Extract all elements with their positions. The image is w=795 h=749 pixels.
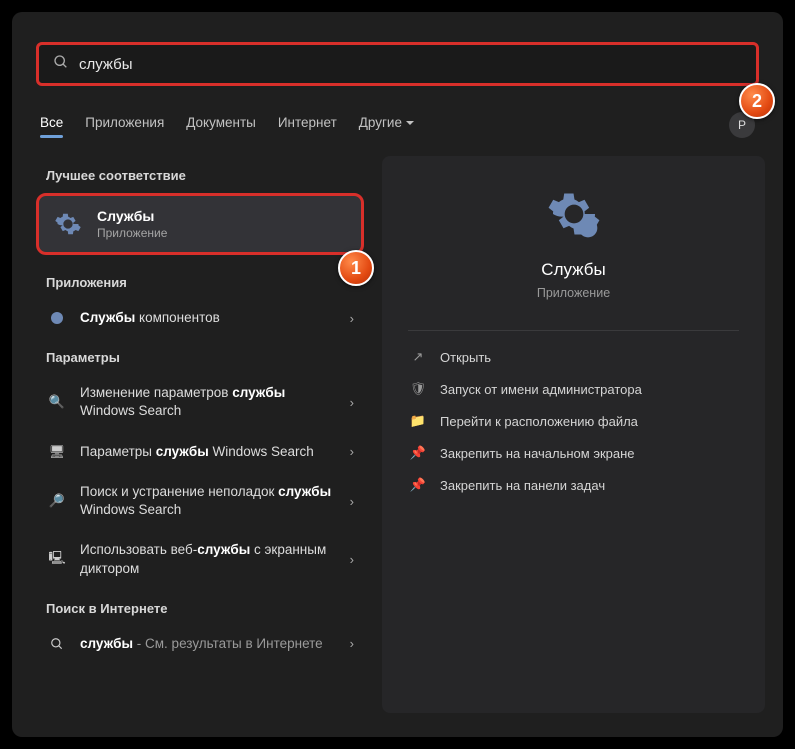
chevron-right-icon: › [350,395,354,410]
action-open-location[interactable]: 📁 Перейти к расположению файла [408,405,739,437]
result-text: Использовать веб-службы с экранным дикто… [80,541,338,577]
action-label: Перейти к расположению файла [440,414,638,429]
chevron-right-icon: › [350,494,354,509]
pin-icon: 📌 [410,477,426,493]
result-app-item[interactable]: Службы компонентов › [30,298,370,338]
settings-icon: 🔎 [46,493,68,509]
search-icon [46,637,68,651]
action-pin-start[interactable]: 📌 Закрепить на начальном экране [408,437,739,469]
tab-documents[interactable]: Документы [186,115,256,136]
tab-apps[interactable]: Приложения [85,115,164,136]
tab-all[interactable]: Все [40,115,63,136]
annotation-badge-2: 2 [739,83,775,119]
best-match-title: Службы [97,208,167,224]
result-setting-item[interactable]: 🖥 Параметры службы Windows Search › [30,432,370,472]
chevron-right-icon: › [350,444,354,459]
search-input[interactable] [79,56,742,73]
start-search-panel: Все Приложения Документы Интернет Другие… [12,12,783,737]
best-match-subtitle: Приложение [97,226,167,240]
result-setting-item[interactable]: 🔍 Изменение параметров службы Windows Se… [30,373,370,431]
results-column: Лучшее соответствие Службы Приложение Пр… [30,156,370,713]
action-open[interactable]: ↗ Открыть [408,341,739,373]
section-web: Поиск в Интернете [30,589,370,624]
action-pin-taskbar[interactable]: 📌 Закрепить на панели задач [408,469,739,501]
detail-subtitle: Приложение [408,286,739,300]
section-best-match: Лучшее соответствие [30,156,370,191]
services-icon-large [546,186,602,242]
result-setting-item[interactable]: 🔎 Поиск и устранение неполадок службы Wi… [30,472,370,530]
tab-internet[interactable]: Интернет [278,115,337,136]
search-icon [53,54,69,75]
chevron-right-icon: › [350,311,354,326]
divider [408,330,739,331]
action-label: Закрепить на панели задач [440,478,605,493]
action-label: Открыть [440,350,491,365]
result-text: службы - См. результаты в Интернете [80,635,338,653]
app-icon [46,310,68,326]
chevron-right-icon: › [350,552,354,567]
section-apps: Приложения [30,263,370,298]
folder-icon: 📁 [410,413,426,429]
settings-icon: 🔍 [46,394,68,410]
detail-title: Службы [408,260,739,280]
action-label: Запуск от имени администратора [440,382,642,397]
chevron-right-icon: › [350,636,354,651]
result-text: Параметры службы Windows Search [80,443,338,461]
detail-panel: Службы Приложение ↗ Открыть 🛡 Запуск от … [382,156,765,713]
result-text: Изменение параметров службы Windows Sear… [80,384,338,420]
services-icon [53,209,83,239]
search-bar[interactable] [36,42,759,86]
settings-icon: 🖥 [46,444,68,460]
result-text: Поиск и устранение неполадок службы Wind… [80,483,338,519]
pin-icon: 📌 [410,445,426,461]
open-icon: ↗ [410,349,426,365]
action-run-as-admin[interactable]: 🛡 Запуск от имени администратора [408,373,739,405]
best-match-item[interactable]: Службы Приложение [36,193,364,255]
action-label: Закрепить на начальном экране [440,446,635,461]
settings-icon: 🖳 [46,549,68,571]
admin-icon: 🛡 [410,381,426,397]
filter-tabs: Все Приложения Документы Интернет Другие… [12,94,783,146]
section-settings: Параметры [30,338,370,373]
result-setting-item[interactable]: 🖳 Использовать веб-службы с экранным дик… [30,530,370,588]
annotation-badge-1: 1 [338,250,374,286]
result-text: Службы компонентов [80,309,338,327]
result-web-item[interactable]: службы - См. результаты в Интернете › [30,624,370,664]
tab-more[interactable]: Другие [359,115,414,136]
